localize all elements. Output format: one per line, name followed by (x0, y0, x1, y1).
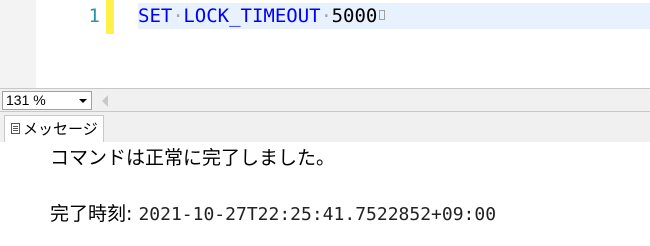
completion-time-value: 2021-10-27T22:25:41.7522852+09:00 (138, 204, 497, 225)
whitespace-dot: · (172, 5, 184, 27)
query-editor[interactable]: 1 SET·LOCK_TIMEOUT·5000 (0, 0, 650, 88)
messages-pane: コマンドは正常に完了しました。 完了時刻: 2021-10-27T22:25:4… (0, 142, 650, 246)
tab-label: メッセージ (23, 120, 98, 138)
keyword-lock-timeout: LOCK_TIMEOUT (183, 5, 321, 27)
results-tabbar: メッセージ (0, 112, 650, 142)
zoom-value: 131 % (6, 92, 46, 108)
completion-message: コマンドは正常に完了しました。 (50, 147, 336, 169)
zoom-dropdown[interactable]: 131 % (2, 91, 92, 110)
editor-statusbar: 131 % (0, 88, 650, 112)
change-tracking-bar (106, 0, 114, 34)
end-of-line-marker (379, 10, 386, 20)
whitespace-dot: · (320, 5, 333, 27)
editor-margin (0, 0, 36, 88)
scroll-left-arrow-icon[interactable] (102, 95, 108, 107)
timeout-value: 5000 (331, 5, 378, 27)
messages-icon (11, 123, 20, 134)
completion-time-line: 完了時刻: 2021-10-27T22:25:41.7522852+09:00 (50, 200, 496, 229)
keyword-set: SET (138, 5, 173, 27)
tab-messages[interactable]: メッセージ (4, 115, 104, 142)
line-number: 1 (88, 5, 100, 27)
chevron-down-icon[interactable] (79, 99, 87, 103)
completion-time-label: 完了時刻: (50, 203, 139, 225)
code-line[interactable]: SET·LOCK_TIMEOUT·5000 (138, 3, 650, 29)
